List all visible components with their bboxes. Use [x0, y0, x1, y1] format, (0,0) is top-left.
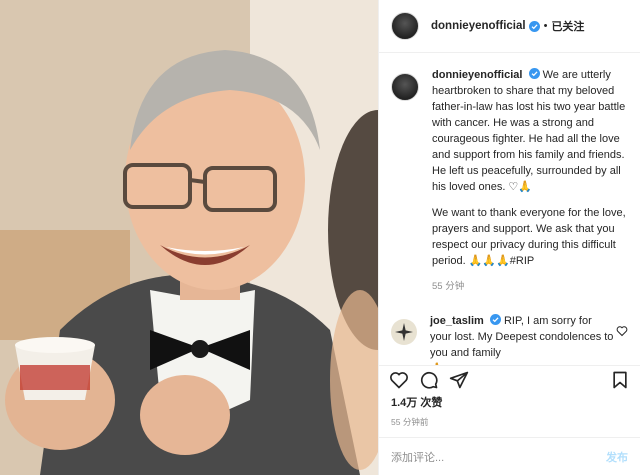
- share-paper-plane-icon[interactable]: [449, 370, 469, 390]
- caption-username[interactable]: donnieyenofficial: [432, 69, 522, 81]
- commenter-username[interactable]: joe_taslim: [430, 315, 484, 327]
- separator-dot: •: [543, 20, 548, 32]
- comment-item: joe_taslim RIP, I am sorry for your lost…: [391, 313, 628, 365]
- commenter-avatar[interactable]: [391, 319, 417, 345]
- following-button[interactable]: 已关注: [551, 18, 584, 34]
- add-comment-input[interactable]: 添加评论...: [391, 449, 444, 465]
- caption-text-1: We are utterly heartbroken to share that…: [432, 69, 626, 193]
- caption: donnieyenofficial We are utterly heartbr…: [391, 67, 628, 295]
- author-avatar[interactable]: [391, 12, 419, 40]
- post-header: donnieyenofficial • 已关注: [379, 0, 640, 53]
- caption-body: donnieyenofficial We are utterly heartbr…: [432, 67, 628, 295]
- comment-bubble-icon[interactable]: [419, 370, 439, 390]
- instagram-post: donnieyenofficial • 已关注 donnieyenofficia…: [0, 0, 640, 475]
- post-photo[interactable]: [0, 0, 378, 475]
- caption-timestamp[interactable]: 55 分钟: [432, 279, 628, 295]
- post-timestamp[interactable]: 55 分钟前: [391, 416, 428, 428]
- action-bar: [379, 365, 640, 394]
- commenter-logo-icon: [395, 323, 413, 341]
- verified-badge-icon: [528, 20, 540, 32]
- bookmark-icon[interactable]: [610, 370, 630, 390]
- like-heart-icon[interactable]: [389, 370, 409, 390]
- comment-like-heart-icon[interactable]: [616, 325, 628, 337]
- caption-text-2: We want to thank everyone for the love, …: [432, 207, 626, 267]
- caption-para-1: donnieyenofficial We are utterly heartbr…: [432, 67, 628, 195]
- likes-count[interactable]: 1.4万 次赞: [391, 394, 442, 410]
- post-side-panel: donnieyenofficial • 已关注 donnieyenofficia…: [378, 0, 640, 475]
- verified-badge-icon: [489, 314, 501, 325]
- verified-badge-icon: [528, 68, 540, 79]
- post-comment-button[interactable]: 发布: [606, 449, 628, 465]
- author-username[interactable]: donnieyenofficial: [431, 20, 526, 32]
- portrait-illustration: [0, 0, 378, 475]
- comment-para: joe_taslim RIP, I am sorry for your lost…: [430, 313, 616, 361]
- add-comment-bar: 添加评论... 发布: [379, 437, 640, 475]
- comment-body: joe_taslim RIP, I am sorry for your lost…: [430, 313, 616, 365]
- comments-section[interactable]: donnieyenofficial We are utterly heartbr…: [379, 53, 640, 365]
- caption-avatar[interactable]: [391, 73, 419, 101]
